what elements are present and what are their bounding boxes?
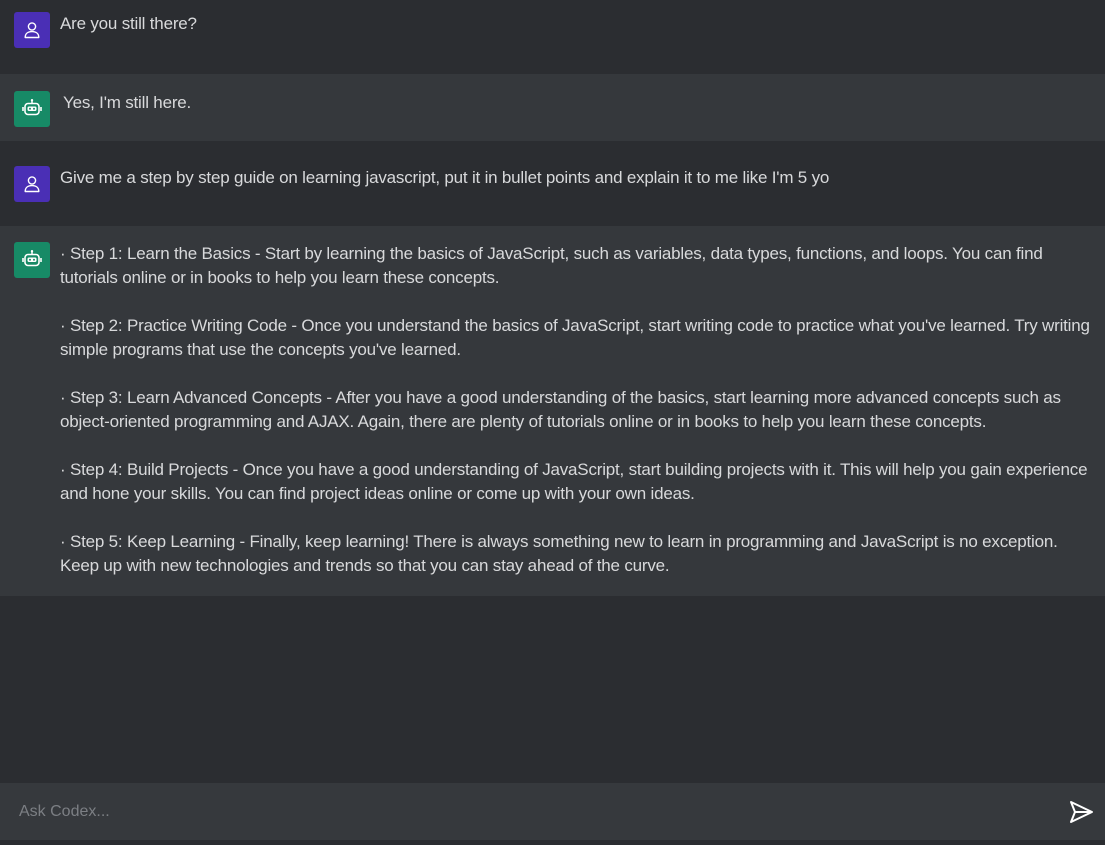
robot-icon [22,250,42,267]
send-button[interactable] [1061,792,1101,832]
prompt-input[interactable] [0,790,1061,833]
step-item: · Step 2: Practice Writing Code - Once y… [60,316,1090,359]
message-thread: Are you still there? Yes, I'm still here… [0,0,1105,783]
step-list: · Step 1: Learn the Basics - Start by le… [60,242,1091,578]
message-text: Yes, I'm still here. [63,93,192,112]
step-item: · Step 5: Keep Learning - Finally, keep … [60,532,1058,575]
step-item: · Step 4: Build Projects - Once you have… [60,460,1088,503]
user-message: Give me a step by step guide on learning… [0,141,1105,226]
bottom-strip [0,840,1105,845]
message-text: Give me a step by step guide on learning… [60,168,830,187]
person-icon [24,22,40,39]
user-avatar [14,166,50,202]
robot-icon [22,99,42,116]
send-icon [1070,800,1093,823]
bot-avatar [14,242,50,278]
step-item: · Step 3: Learn Advanced Concepts - Afte… [60,388,1061,431]
bot-message: · Step 1: Learn the Basics - Start by le… [0,226,1105,596]
chat-app: Are you still there? Yes, I'm still here… [0,0,1105,845]
message-text: Are you still there? [60,14,197,33]
user-message: Are you still there? [0,0,1105,74]
bot-message: Yes, I'm still here. [0,74,1105,141]
person-icon [24,176,40,193]
step-item: · Step 1: Learn the Basics - Start by le… [60,244,1043,287]
bot-avatar [14,91,50,127]
user-avatar [14,12,50,48]
composer-bar [0,783,1105,840]
